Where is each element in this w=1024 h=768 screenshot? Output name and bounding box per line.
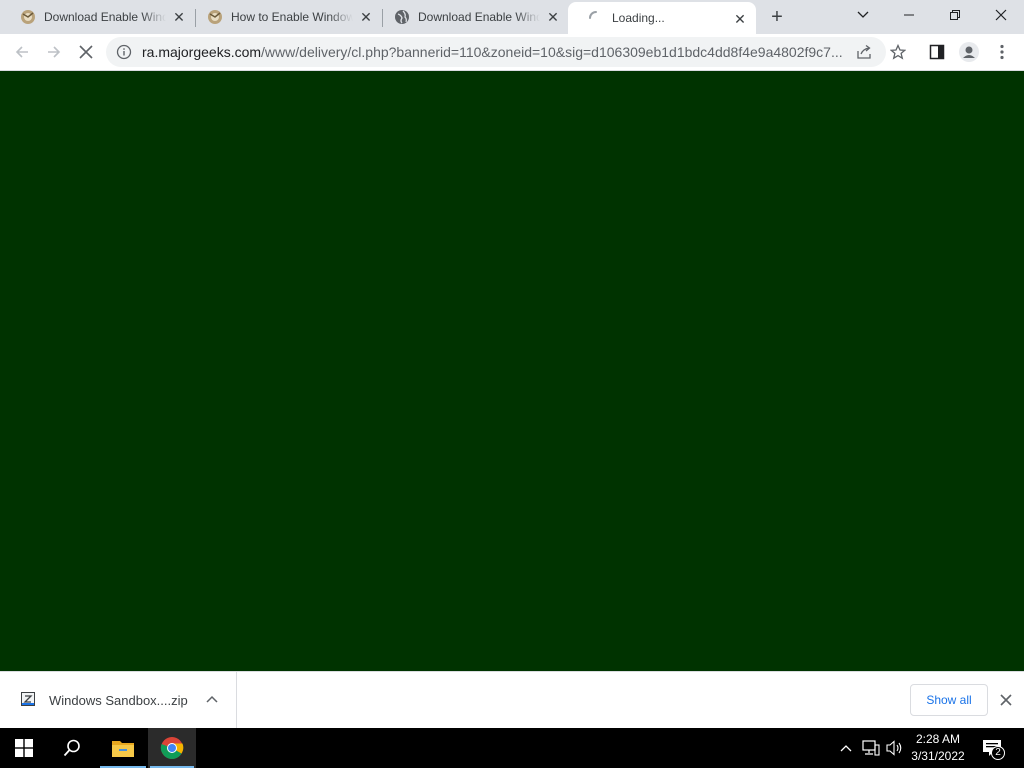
tab-title: Download Enable Windows Sandbox	[418, 10, 540, 24]
close-window-button[interactable]	[978, 0, 1024, 30]
chrome-taskbar-button[interactable]	[148, 728, 196, 768]
chevron-down-icon	[857, 11, 869, 18]
zip-file-icon	[20, 691, 36, 707]
tab-title: Download Enable Windows Sandbox	[44, 10, 166, 24]
notification-count-badge: 2	[991, 746, 1005, 760]
file-explorer-button[interactable]	[98, 728, 148, 768]
restore-button[interactable]	[932, 0, 978, 30]
page-content	[0, 71, 1024, 671]
bookmark-button[interactable]	[884, 38, 912, 66]
share-icon[interactable]	[856, 44, 872, 60]
search-icon	[63, 739, 80, 757]
star-icon	[890, 44, 906, 60]
url-text[interactable]: ra.majorgeeks.com/www/delivery/cl.php?ba…	[142, 44, 852, 60]
tab-title: How to Enable Windows Sandbox	[231, 10, 353, 24]
tab-search-button[interactable]	[840, 0, 886, 30]
loading-spinner-icon	[588, 10, 604, 26]
tab-4-active[interactable]: Loading... ✕	[568, 2, 756, 34]
network-icon[interactable]	[861, 738, 881, 758]
chrome-icon	[160, 737, 184, 759]
volume-icon[interactable]	[885, 738, 905, 758]
download-file-name: Windows Sandbox....zip	[49, 693, 188, 708]
clock-time: 2:28 AM	[915, 732, 961, 746]
stop-loading-button[interactable]	[72, 38, 100, 66]
action-center-button[interactable]: 2	[980, 736, 1005, 760]
forward-button[interactable]	[40, 38, 68, 66]
search-button[interactable]	[48, 728, 96, 768]
arrow-right-icon	[48, 46, 61, 58]
show-all-button[interactable]: Show all	[910, 684, 988, 716]
close-icon	[1000, 694, 1012, 706]
info-icon[interactable]	[116, 44, 132, 60]
address-bar[interactable]: ra.majorgeeks.com/www/delivery/cl.php?ba…	[106, 37, 886, 67]
folder-icon	[112, 741, 134, 757]
close-tab-icon[interactable]: ✕	[171, 9, 187, 25]
more-vert-icon	[1000, 44, 1004, 60]
minimize-icon	[904, 14, 914, 16]
close-tab-icon[interactable]: ✕	[358, 9, 374, 25]
chevron-up-icon[interactable]	[836, 738, 856, 758]
system-clock[interactable]: 2:28 AM 3/31/2022	[906, 731, 970, 765]
tab-strip: Download Enable Windows Sandbox ✕ How to…	[0, 0, 1024, 34]
globe-icon	[394, 9, 410, 25]
stop-icon	[79, 45, 93, 59]
start-button[interactable]	[0, 728, 48, 768]
tab-2[interactable]: How to Enable Windows Sandbox ✕	[187, 0, 382, 34]
new-tab-button[interactable]: +	[766, 6, 788, 28]
tab-3[interactable]: Download Enable Windows Sandbox ✕	[374, 0, 569, 34]
close-shelf-button[interactable]	[997, 691, 1015, 709]
clock-date: 3/31/2022	[911, 749, 965, 763]
close-tab-icon[interactable]: ✕	[545, 9, 561, 25]
majorgeeks-icon	[20, 9, 36, 25]
url-host: ra.majorgeeks.com	[142, 44, 262, 60]
chevron-up-icon[interactable]	[204, 692, 220, 708]
back-button[interactable]	[8, 38, 36, 66]
download-shelf: Windows Sandbox....zip Show all	[0, 671, 1024, 728]
download-item[interactable]: Windows Sandbox....zip	[0, 672, 237, 728]
majorgeeks-icon	[207, 9, 223, 25]
side-panel-icon	[929, 44, 945, 60]
taskbar: 2:28 AM 3/31/2022 2	[0, 728, 1024, 768]
browser-toolbar: ra.majorgeeks.com/www/delivery/cl.php?ba…	[0, 34, 1024, 71]
arrow-left-icon	[15, 46, 28, 58]
tab-title: Loading...	[612, 11, 665, 25]
url-path: /www/delivery/cl.php?bannerid=110&zoneid…	[261, 44, 843, 60]
close-icon	[995, 9, 1007, 21]
side-panel-button[interactable]	[923, 38, 951, 66]
profile-button[interactable]	[955, 38, 983, 66]
close-tab-icon[interactable]: ✕	[732, 11, 748, 27]
windows-logo-icon	[15, 739, 33, 757]
tab-1[interactable]: Download Enable Windows Sandbox ✕	[0, 0, 195, 34]
menu-button[interactable]	[988, 38, 1016, 66]
avatar-icon	[959, 42, 979, 62]
restore-icon	[950, 10, 960, 20]
minimize-button[interactable]	[886, 0, 932, 30]
